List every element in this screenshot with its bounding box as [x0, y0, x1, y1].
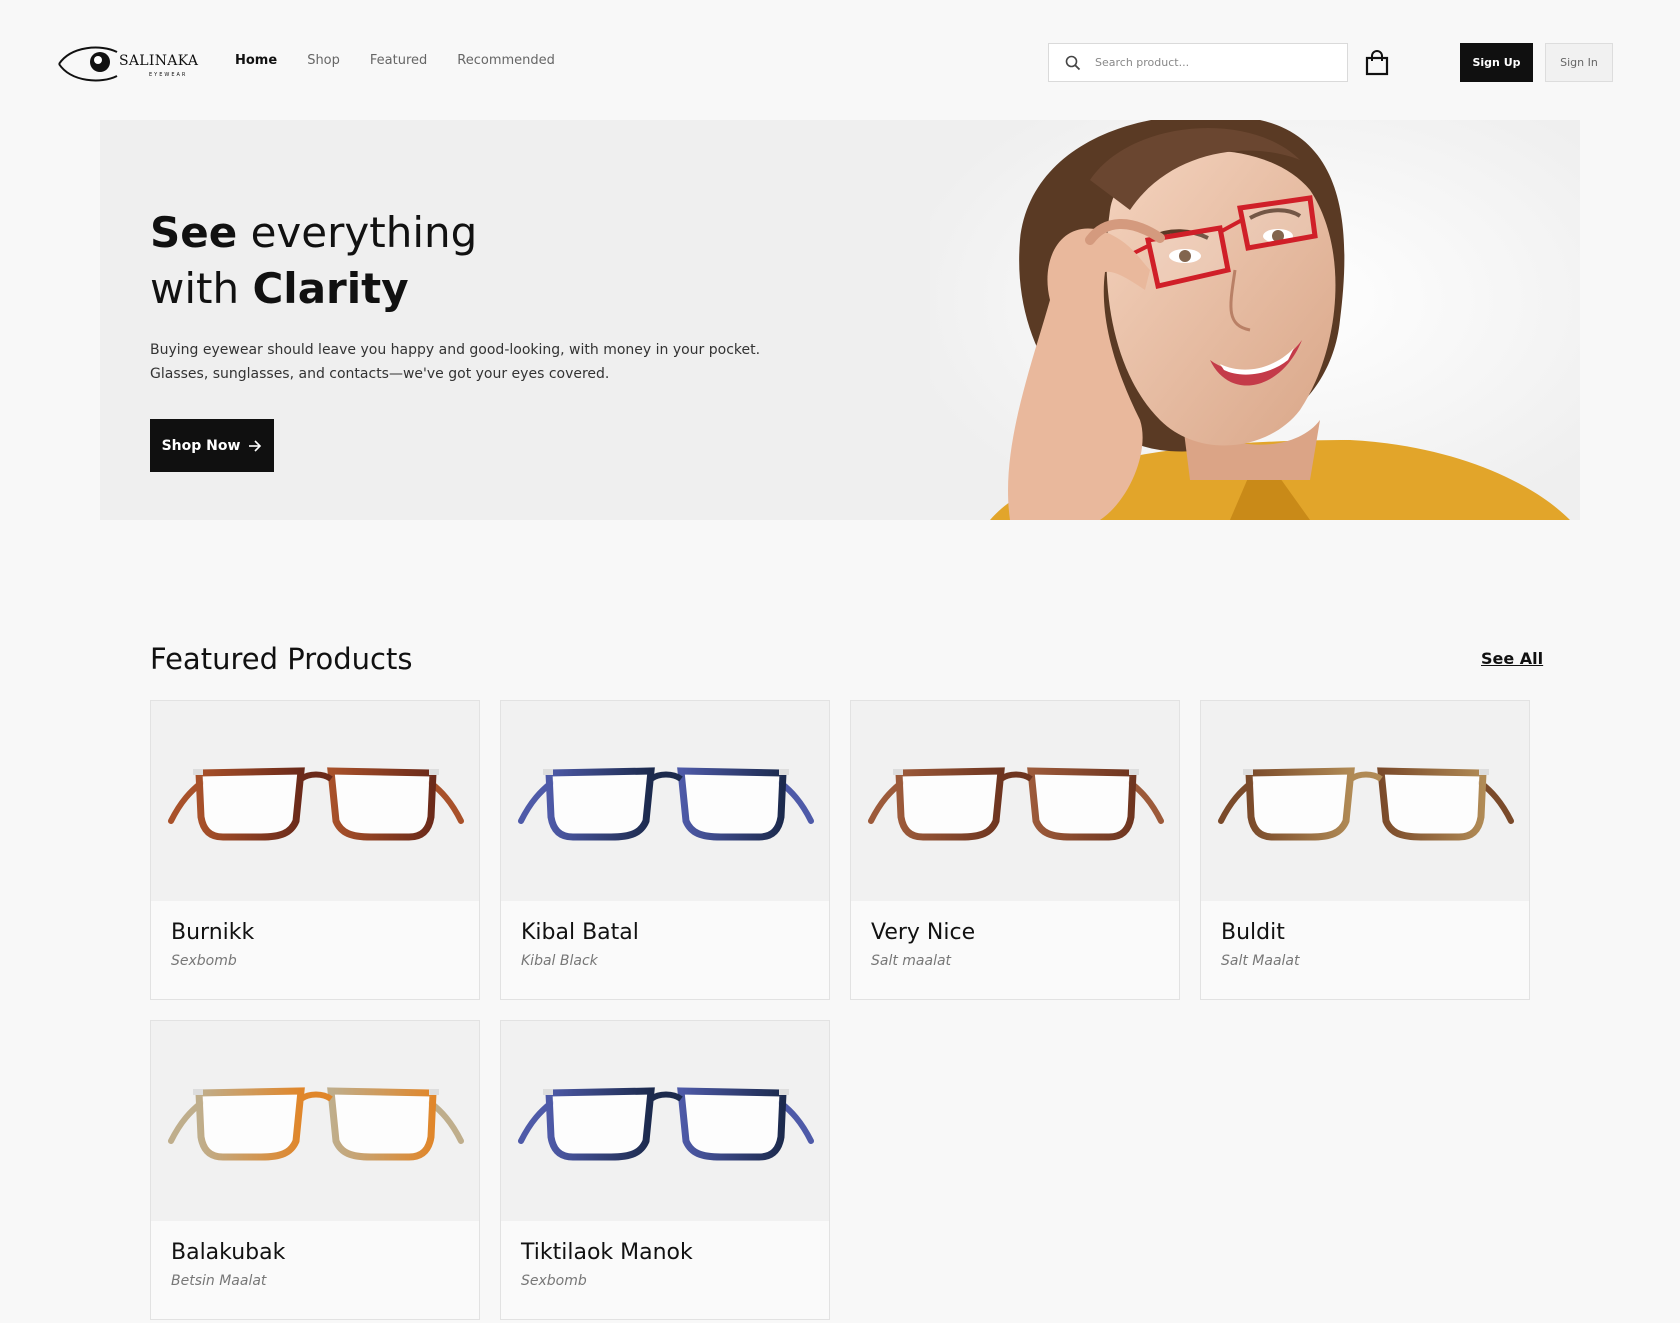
product-card[interactable]: Very Nice Salt maalat	[850, 700, 1180, 1000]
product-name: Balakubak	[171, 1240, 286, 1265]
nav-featured[interactable]: Featured	[370, 53, 427, 68]
product-brand: Salt maalat	[871, 953, 952, 969]
eyeglasses-icon	[518, 1087, 814, 1161]
sign-in-button[interactable]: Sign In	[1545, 43, 1613, 82]
shopping-bag-icon[interactable]	[1365, 50, 1389, 76]
hero-description: Buying eyewear should leave you happy an…	[150, 342, 761, 382]
eyeglasses-icon	[168, 767, 464, 841]
product-image	[151, 1021, 479, 1221]
nav-home[interactable]: Home	[235, 53, 277, 68]
search-box[interactable]	[1048, 43, 1348, 82]
main-nav: Home Shop Featured Recommended	[235, 53, 555, 68]
product-card[interactable]: Kibal Batal Kibal Black	[500, 700, 830, 1000]
hero-title-bold-1: See	[150, 208, 238, 257]
shop-now-label: Shop Now	[161, 437, 241, 454]
logo-name: SALINAKA	[119, 53, 199, 69]
eyeglasses-icon	[868, 767, 1164, 841]
eyeglasses-icon	[168, 1087, 464, 1161]
logo-subtitle: EYEWEAR	[149, 72, 188, 78]
product-name: Kibal Batal	[521, 920, 639, 945]
product-image	[151, 701, 479, 901]
nav-shop[interactable]: Shop	[307, 53, 340, 68]
hero-title-rest-1: everything	[237, 208, 478, 257]
product-image	[851, 701, 1179, 901]
product-card[interactable]: Burnikk Sexbomb	[150, 700, 480, 1000]
search-input[interactable]	[1095, 56, 1325, 69]
navbar: SALINAKA EYEWEAR Home Shop Featured Reco…	[0, 0, 1680, 125]
hero-model-image	[930, 120, 1580, 520]
featured-products-title: Featured Products	[150, 642, 413, 676]
hero-banner: See everything with Clarity Buying eyewe…	[100, 120, 1580, 520]
see-all-link[interactable]: See All	[1481, 649, 1543, 668]
product-card[interactable]: Tiktilaok Manok Sexbomb	[500, 1020, 830, 1320]
shop-now-button[interactable]: Shop Now	[150, 419, 274, 472]
product-card[interactable]: Buldit Salt Maalat	[1200, 700, 1530, 1000]
product-brand: Sexbomb	[171, 953, 237, 969]
sign-up-button[interactable]: Sign Up	[1460, 43, 1533, 82]
product-brand: Sexbomb	[521, 1273, 587, 1289]
product-name: Tiktilaok Manok	[521, 1240, 693, 1265]
product-name: Very Nice	[871, 920, 976, 945]
hero-title-rest-2: with	[150, 264, 253, 313]
hero-title-bold-2: Clarity	[252, 264, 409, 313]
eyeglasses-icon	[518, 767, 814, 841]
product-name: Buldit	[1221, 920, 1285, 945]
product-image	[501, 701, 829, 901]
product-image	[501, 1021, 829, 1221]
logo[interactable]: SALINAKA EYEWEAR	[57, 40, 199, 88]
product-brand: Betsin Maalat	[171, 1273, 267, 1289]
product-name: Burnikk	[171, 920, 255, 945]
product-brand: Salt Maalat	[1221, 953, 1300, 969]
search-icon	[1065, 55, 1081, 70]
nav-recommended[interactable]: Recommended	[457, 53, 555, 68]
product-brand: Kibal Black	[521, 953, 598, 969]
eye-logo-icon	[58, 46, 118, 82]
hero-title: See everything with Clarity	[150, 205, 477, 317]
product-card[interactable]: Balakubak Betsin Maalat	[150, 1020, 480, 1320]
eyeglasses-icon	[1218, 767, 1514, 841]
arrow-right-icon	[249, 439, 262, 452]
product-image	[1201, 701, 1529, 901]
